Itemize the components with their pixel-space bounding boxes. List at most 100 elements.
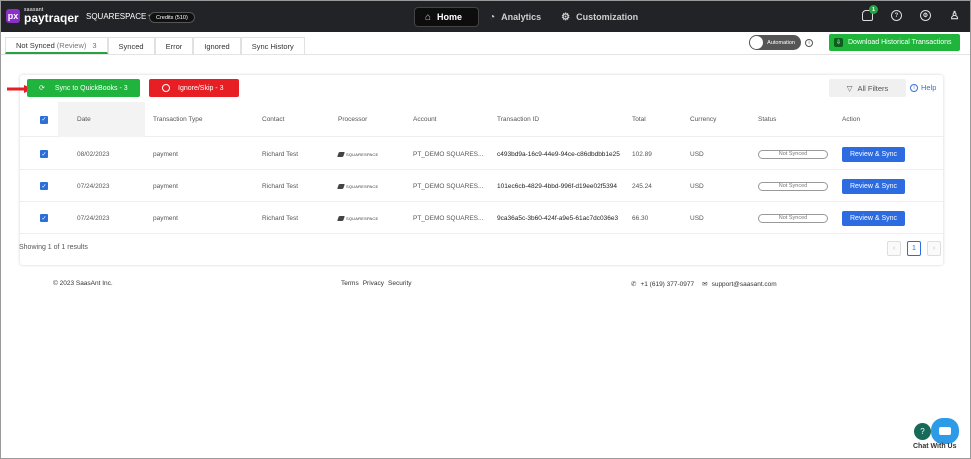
status-tabs: Not Synced (Review) 3 Synced Error Ignor… <box>5 37 305 54</box>
top-bar: px saasant paytraqer SQUARESPACE ▾ Credi… <box>1 1 970 32</box>
help-icon[interactable]: ? <box>891 10 902 21</box>
settings-gear-icon[interactable]: ⚙ <box>920 10 931 21</box>
gears-icon: ⚙ <box>561 11 571 23</box>
tab-ignored[interactable]: Ignored <box>193 37 241 54</box>
store-selector[interactable]: SQUARESPACE ▾ <box>86 12 152 21</box>
notification-bell-icon[interactable]: 1 <box>862 5 878 21</box>
chat-label[interactable]: Chat With Us <box>913 443 957 450</box>
status-badge: Not Synced <box>758 181 828 191</box>
checkmark-icon: ✓ <box>40 115 48 124</box>
cell-type: payment <box>153 182 178 190</box>
cell-transaction-id: c493bd9a-16c9-44e9-94ce-c86dbdbb1e25 <box>497 150 620 158</box>
ignore-label: Ignore/Skip - 3 <box>178 84 224 92</box>
col-currency[interactable]: Currency <box>690 102 716 137</box>
cell-action: Review & Sync <box>842 202 905 234</box>
review-sync-button[interactable]: Review & Sync <box>842 210 905 226</box>
cell-date: 07/24/2023 <box>77 182 110 190</box>
pagination: ‹ 1 › <box>887 241 941 256</box>
tab-sync-history[interactable]: Sync History <box>240 37 305 54</box>
col-transaction-id[interactable]: Transaction ID <box>497 102 539 137</box>
table-row: ✓ 07/24/2023 payment Richard Test SQUARE… <box>20 170 943 202</box>
cell-transaction-id: 9ca36a5c-3b60-424f-a9e5-61ac7dc036e3 <box>497 214 619 222</box>
review-sync-button[interactable]: Review & Sync <box>842 178 905 194</box>
tab-synced[interactable]: Synced <box>107 37 155 54</box>
automation-toggle[interactable]: Automation <box>749 35 801 50</box>
row-checkbox[interactable]: ✓ <box>40 138 48 170</box>
tab-error[interactable]: Error <box>154 37 194 54</box>
nav-home[interactable]: ⌂ Home <box>414 7 480 27</box>
row-checkbox[interactable]: ✓ <box>40 170 48 202</box>
col-processor[interactable]: Processor <box>338 102 367 137</box>
prev-page-button[interactable]: ‹ <box>887 241 901 256</box>
cell-status: Not Synced <box>758 170 828 202</box>
top-icons: 1 ? ⚙ ♙ <box>862 5 960 22</box>
filters-label: All Filters <box>857 83 889 93</box>
table-row: ✓ 07/24/2023 payment Richard Test SQUARE… <box>20 202 943 234</box>
cell-type: payment <box>153 150 178 158</box>
col-date[interactable]: Date <box>58 102 145 137</box>
nav-analytics[interactable]: ◔ Analytics <box>479 7 551 27</box>
credits-badge[interactable]: Credits (510) <box>149 12 195 23</box>
download-historical-button[interactable]: ⇩ Download Historical Transactions <box>829 34 960 51</box>
col-transaction-type[interactable]: Transaction Type <box>153 102 203 137</box>
col-account[interactable]: Account <box>413 102 437 137</box>
cell-total: 102.89 <box>632 150 652 158</box>
cell-account: PT_DEMO SQUARES... <box>413 150 484 158</box>
row-checkbox[interactable]: ✓ <box>40 202 48 234</box>
help-info-icon: i <box>910 83 918 92</box>
nav-customization[interactable]: ⚙ Customization <box>551 7 648 27</box>
footer-phone[interactable]: +1 (619) 377-0977 <box>640 281 694 288</box>
user-profile-icon[interactable]: ♙ <box>949 10 960 22</box>
cell-account: PT_DEMO SQUARES... <box>413 182 484 190</box>
squarespace-logo-icon: SQUARESPACE <box>337 151 378 157</box>
status-badge: Not Synced <box>758 149 828 159</box>
cell-contact: Richard Test <box>262 214 299 222</box>
automation-label: Automation <box>767 39 795 46</box>
privacy-link[interactable]: Privacy <box>363 280 384 287</box>
table-row: ✓ 08/02/2023 payment Richard Test SQUARE… <box>20 138 943 170</box>
col-action[interactable]: Action <box>842 102 860 137</box>
terms-link[interactable]: Terms <box>341 280 359 287</box>
all-filters-button[interactable]: ▽ All Filters <box>829 79 906 97</box>
status-badge: Not Synced <box>758 213 828 223</box>
cell-contact: Richard Test <box>262 150 299 158</box>
chat-bubble-icon[interactable] <box>931 418 959 444</box>
footer-email[interactable]: support@saasant.com <box>712 281 777 288</box>
app-window: px saasant paytraqer SQUARESPACE ▾ Credi… <box>0 0 971 459</box>
question-icon: ? <box>914 423 931 440</box>
col-contact[interactable]: Contact <box>262 102 284 137</box>
col-total[interactable]: Total <box>632 102 646 137</box>
select-all-checkbox[interactable]: ✓ <box>40 102 48 137</box>
next-page-button[interactable]: › <box>927 241 941 256</box>
sync-to-quickbooks-button[interactable]: ⟳ Sync to QuickBooks - 3 <box>27 79 140 97</box>
help-link[interactable]: i Help <box>910 83 936 92</box>
col-status[interactable]: Status <box>758 102 776 137</box>
cell-status: Not Synced <box>758 202 828 234</box>
tab-not-synced[interactable]: Not Synced (Review) 3 <box>5 37 108 54</box>
table-header: ✓ Date Transaction Type Contact Processo… <box>20 102 943 137</box>
checkmark-icon: ✓ <box>40 182 48 190</box>
review-sync-button[interactable]: Review & Sync <box>842 146 905 162</box>
nav-analytics-label: Analytics <box>501 12 542 22</box>
cell-date: 07/24/2023 <box>77 214 110 222</box>
main-nav: ⌂ Home ◔ Analytics ⚙ Customization <box>414 7 648 27</box>
download-label: Download Historical Transactions <box>848 39 952 46</box>
paytraqer-logo-icon: px <box>6 9 20 23</box>
cell-total: 245.24 <box>632 182 652 190</box>
nav-customization-label: Customization <box>576 12 639 22</box>
info-icon[interactable]: i <box>805 38 813 47</box>
cell-action: Review & Sync <box>842 138 905 170</box>
page-number-button[interactable]: 1 <box>907 241 921 256</box>
cell-status: Not Synced <box>758 138 828 170</box>
ignore-circle-icon <box>162 84 170 92</box>
brand-logo[interactable]: px saasant paytraqer <box>6 8 79 24</box>
cell-processor: SQUARESPACE <box>337 202 378 234</box>
download-icon: ⇩ <box>834 38 843 47</box>
ignore-skip-button[interactable]: Ignore/Skip - 3 <box>149 79 239 97</box>
squarespace-logo-icon: SQUARESPACE <box>337 183 378 189</box>
security-link[interactable]: Security <box>388 280 411 287</box>
cell-currency: USD <box>690 182 704 190</box>
footer-links: Terms Privacy Security <box>341 280 412 287</box>
cell-account: PT_DEMO SQUARES... <box>413 214 484 222</box>
automation-control: Automation i <box>749 35 813 50</box>
